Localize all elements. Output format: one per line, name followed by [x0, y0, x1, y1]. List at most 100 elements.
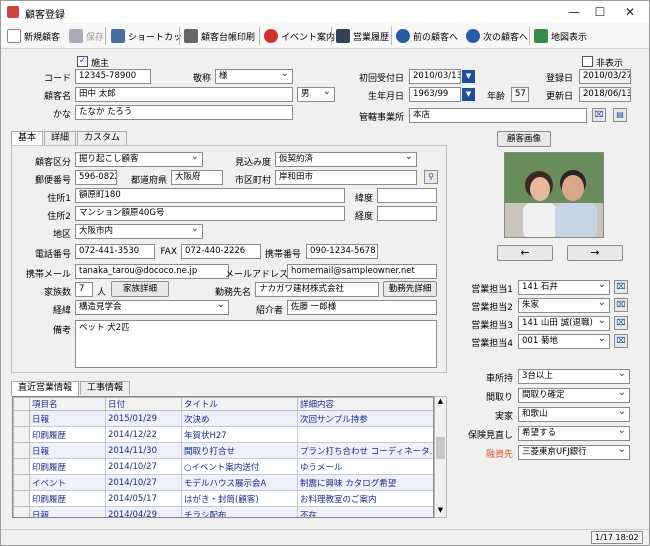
- referrer-field[interactable]: 佐藤 一郎様: [287, 300, 437, 315]
- prospect-select[interactable]: 仮契約済: [275, 150, 417, 167]
- table-cell[interactable]: 2014/04/29: [105, 506, 182, 517]
- gender-select[interactable]: 男: [297, 85, 335, 102]
- save-button[interactable]: 保存: [69, 26, 104, 46]
- tab-custom[interactable]: カスタム: [77, 131, 128, 145]
- maximize-button[interactable]: ☐: [585, 3, 615, 21]
- sales-rep-select[interactable]: 141 山田 誠(退職): [518, 314, 610, 331]
- table-row[interactable]: 印刷履歴 2014/10/27 ○イベント案内送付 ゆうメール: [13, 458, 433, 475]
- table-cell[interactable]: チラシ配布: [181, 506, 298, 517]
- column-header-item[interactable]: 項目名: [29, 397, 106, 411]
- table-cell[interactable]: 2014/12/22: [105, 426, 182, 443]
- code-field[interactable]: 12345-78900: [75, 69, 151, 84]
- mobile-field[interactable]: 090-1234-5678: [306, 244, 378, 259]
- column-header-title[interactable]: タイトル: [181, 397, 298, 411]
- table-cell[interactable]: 印刷履歴: [29, 458, 106, 475]
- calendar-dropdown-icon[interactable]: ▼: [462, 88, 475, 101]
- row-header[interactable]: [13, 442, 30, 459]
- extra-field-select[interactable]: 希望する: [518, 424, 630, 441]
- extra-field-select[interactable]: 間取り確定: [518, 386, 630, 403]
- table-cell[interactable]: プラン打ち合わせ コーディネータ..: [297, 442, 433, 459]
- note-textarea[interactable]: ペット 犬2匹: [75, 320, 437, 368]
- table-cell[interactable]: 日報: [29, 410, 106, 427]
- address2-field[interactable]: マンション額原40G号: [75, 206, 345, 221]
- extra-field-select[interactable]: 3台以上: [518, 367, 630, 384]
- sales-rep-lookup-icon[interactable]: ⌧: [614, 280, 628, 294]
- table-cell[interactable]: 次回サンプル持参: [297, 410, 433, 427]
- zip-field[interactable]: 596-0822: [75, 170, 117, 185]
- honorific-select[interactable]: 様: [215, 67, 293, 84]
- birth-date-field[interactable]: 1963/99: [409, 87, 461, 102]
- row-header[interactable]: [13, 506, 30, 517]
- table-cell[interactable]: お料理教室のご案内: [297, 490, 433, 507]
- row-header[interactable]: [13, 410, 30, 427]
- sales-history-button[interactable]: 営業履歴: [336, 26, 389, 46]
- city-field[interactable]: 岸和田市: [275, 170, 417, 185]
- latitude-field[interactable]: [377, 188, 437, 203]
- event-guide-button[interactable]: イベント案内: [264, 26, 335, 46]
- new-customer-button[interactable]: 新規顧客: [7, 26, 60, 46]
- workplace-field[interactable]: ナカガワ建材株式会社: [255, 282, 379, 297]
- table-cell[interactable]: 間取り打合せ: [181, 442, 298, 459]
- table-row[interactable]: 日報 2014/11/30 間取り打合せ プラン打ち合わせ コーディネータ..: [13, 442, 433, 459]
- prev-photo-button[interactable]: ←: [497, 245, 553, 261]
- reception-date-field[interactable]: 2010/03/13: [409, 69, 461, 84]
- table-cell[interactable]: 不在: [297, 506, 433, 517]
- tab-construction[interactable]: 工事情報: [80, 381, 131, 395]
- office-field[interactable]: 本店: [409, 108, 587, 123]
- longitude-field[interactable]: [377, 206, 437, 221]
- address1-field[interactable]: 額原町180: [75, 188, 345, 203]
- table-row[interactable]: 印刷履歴 2014/12/22 年賀状H27: [13, 426, 433, 443]
- sales-rep-lookup-icon[interactable]: ⌧: [614, 298, 628, 312]
- calendar-dropdown-icon[interactable]: ▼: [462, 70, 475, 83]
- fax-field[interactable]: 072-440-2226: [181, 244, 261, 259]
- sales-rep-lookup-icon[interactable]: ⌧: [614, 316, 628, 330]
- table-cell[interactable]: 2014/10/27: [105, 458, 182, 475]
- table-cell[interactable]: 2015/01/29: [105, 410, 182, 427]
- extra-field-select[interactable]: 和歌山: [518, 405, 630, 422]
- workplace-detail-button[interactable]: 勤務先詳細: [383, 281, 437, 297]
- office-print-icon[interactable]: ▤: [613, 108, 627, 122]
- address-search-icon[interactable]: ⚲: [424, 170, 438, 184]
- print-ledger-button[interactable]: 顧客台帳印刷: [184, 26, 255, 46]
- prev-customer-button[interactable]: 前の顧客へ: [396, 26, 458, 46]
- kana-field[interactable]: たなか たろう: [75, 105, 293, 120]
- category-select[interactable]: 掘り起こし顧客: [75, 150, 203, 167]
- sales-rep-select[interactable]: 141 石井: [518, 278, 610, 295]
- column-header-date[interactable]: 日付: [105, 397, 182, 411]
- sales-rep-select[interactable]: 朱家: [518, 296, 610, 313]
- hidden-checkbox[interactable]: [582, 56, 593, 67]
- table-cell[interactable]: 2014/10/27: [105, 474, 182, 491]
- table-row[interactable]: 日報 2014/04/29 チラシ配布 不在: [13, 506, 433, 517]
- table-cell[interactable]: ○イベント案内送付: [181, 458, 298, 475]
- grid-scrollbar[interactable]: ▲ ▼: [434, 396, 447, 518]
- table-cell[interactable]: 日報: [29, 506, 106, 517]
- column-header-detail[interactable]: 詳細内容: [297, 397, 433, 411]
- area-select[interactable]: 大阪市内: [75, 222, 203, 239]
- row-header[interactable]: [13, 490, 30, 507]
- customer-name-field[interactable]: 田中 太郎: [75, 87, 293, 102]
- email-field[interactable]: homemail@sampleowner.net: [287, 264, 437, 279]
- table-cell[interactable]: モデルハウス展示会A: [181, 474, 298, 491]
- office-lookup-icon[interactable]: ⌧: [592, 108, 606, 122]
- table-row[interactable]: 日報 2015/01/29 次決め 次回サンプル持参: [13, 410, 433, 427]
- row-header[interactable]: [13, 474, 30, 491]
- sales-rep-lookup-icon[interactable]: ⌧: [614, 334, 628, 348]
- extra-field-select[interactable]: 三菱東京UFJ銀行: [518, 443, 630, 460]
- main-customer-checkbox[interactable]: ✓: [77, 56, 88, 67]
- tab-recent-sales[interactable]: 直近営業情報: [11, 381, 80, 396]
- scroll-down-icon[interactable]: ▼: [435, 506, 446, 516]
- table-cell[interactable]: [297, 426, 433, 443]
- phone-field[interactable]: 072-441-3530: [75, 244, 155, 259]
- table-cell[interactable]: 印刷履歴: [29, 490, 106, 507]
- table-cell[interactable]: 2014/11/30: [105, 442, 182, 459]
- table-row[interactable]: イベント 2014/10/27 モデルハウス展示会A 制震に興味 カタログ希望: [13, 474, 433, 491]
- sales-rep-select[interactable]: 001 菊地: [518, 332, 610, 349]
- next-customer-button[interactable]: 次の顧客へ: [466, 26, 528, 46]
- prefecture-field[interactable]: 大阪府: [171, 170, 223, 185]
- row-header[interactable]: [13, 426, 30, 443]
- row-header[interactable]: [13, 458, 30, 475]
- table-cell[interactable]: 年賀状H27: [181, 426, 298, 443]
- table-cell[interactable]: 日報: [29, 442, 106, 459]
- map-display-button[interactable]: 地図表示: [534, 26, 587, 46]
- table-cell[interactable]: ゆうメール: [297, 458, 433, 475]
